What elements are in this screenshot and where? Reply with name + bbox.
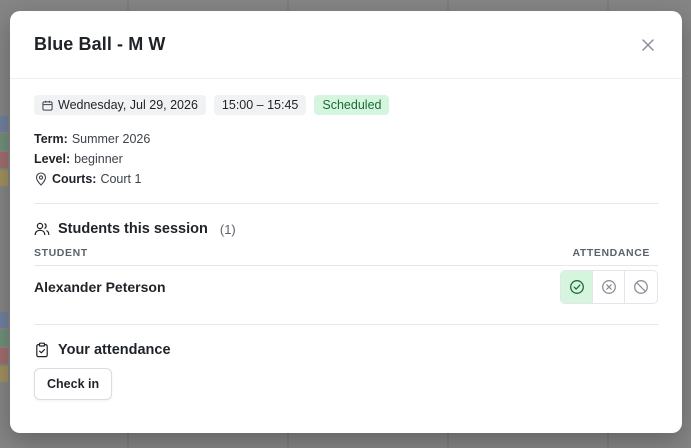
session-dialog: Blue Ball - M W Wednesday, Jul 29, 2026 … — [10, 11, 682, 433]
close-button[interactable] — [634, 31, 662, 59]
col-attendance: ATTENDANCE — [572, 247, 650, 259]
courts-value: Court 1 — [100, 172, 142, 186]
mark-absent-button[interactable] — [593, 271, 625, 303]
background-event-chip — [0, 348, 8, 364]
background-event-chip — [0, 134, 8, 150]
background-event-chip — [0, 152, 8, 168]
mark-excused-button[interactable] — [625, 271, 657, 303]
divider — [34, 324, 658, 325]
session-info: Term: Summer 2026 Level: beginner Courts… — [34, 129, 658, 189]
table-row: Alexander Peterson — [34, 266, 658, 308]
students-table-header: STUDENT ATTENDANCE — [34, 247, 658, 266]
courts-row: Courts: Court 1 — [34, 169, 658, 189]
status-badge: Scheduled — [314, 95, 390, 115]
map-pin-icon — [35, 172, 47, 186]
courts-label: Courts: — [52, 172, 97, 186]
term-label: Term: — [34, 132, 68, 146]
check-circle-icon — [569, 280, 584, 294]
level-row: Level: beginner — [34, 149, 658, 169]
date-text: Wednesday, Jul 29, 2026 — [58, 98, 198, 112]
dialog-header: Blue Ball - M W — [10, 11, 682, 79]
divider — [34, 203, 658, 204]
time-text: 15:00 – 15:45 — [221, 98, 299, 112]
calendar-icon — [42, 100, 53, 111]
students-title: Students this session — [58, 221, 208, 237]
x-circle-icon — [601, 280, 616, 294]
your-attendance-title: Your attendance — [58, 342, 171, 358]
session-meta: Wednesday, Jul 29, 2026 15:00 – 15:45 Sc… — [34, 95, 658, 115]
users-icon — [34, 222, 50, 236]
close-icon — [642, 38, 654, 51]
mark-present-button[interactable] — [561, 271, 593, 303]
attendance-toggle-group — [560, 270, 658, 304]
student-name: Alexander Peterson — [34, 279, 166, 295]
your-attendance-title-row: Your attendance — [34, 342, 658, 358]
background-event-chip — [0, 312, 8, 328]
background-event-chip — [0, 116, 8, 132]
students-section-title: Students this session (1) — [34, 221, 658, 237]
dialog-title: Blue Ball - M W — [34, 34, 166, 54]
status-text: Scheduled — [322, 98, 382, 112]
date-pill: Wednesday, Jul 29, 2026 — [34, 95, 206, 115]
dialog-body: Wednesday, Jul 29, 2026 15:00 – 15:45 Sc… — [10, 79, 682, 400]
col-student: STUDENT — [34, 247, 88, 259]
background-event-chip — [0, 330, 8, 346]
time-pill: 15:00 – 15:45 — [213, 95, 307, 115]
check-in-button[interactable]: Check in — [34, 368, 113, 400]
term-row: Term: Summer 2026 — [34, 129, 658, 149]
students-count: (1) — [219, 221, 236, 237]
background-event-chip — [0, 170, 8, 186]
background-event-chip — [0, 366, 8, 382]
ban-icon — [634, 280, 648, 294]
level-value: beginner — [74, 152, 123, 166]
level-label: Level: — [34, 152, 71, 166]
clipboard-check-icon — [36, 342, 48, 358]
term-value: Summer 2026 — [71, 132, 151, 146]
